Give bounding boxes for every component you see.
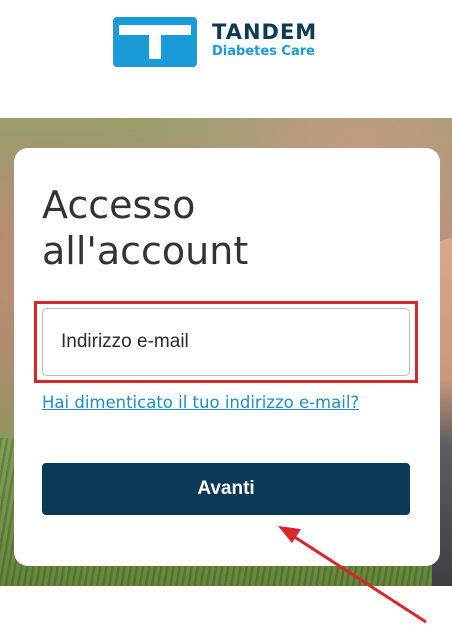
logo-wordmark: TANDEM Diabetes Care	[212, 20, 317, 60]
site-header: TANDEM Diabetes Care	[0, 0, 452, 118]
footer-strip	[0, 586, 452, 630]
next-button[interactable]: Avanti	[42, 463, 410, 515]
login-card: Accesso all'account Hai dimenticato il t…	[14, 148, 440, 566]
logo-brand-text: TANDEM	[212, 20, 318, 44]
forgot-email-link[interactable]: Hai dimenticato il tuo indirizzo e-mail?	[42, 393, 359, 412]
email-field[interactable]	[42, 308, 410, 376]
page-title: Accesso all'account	[42, 183, 249, 273]
tandem-logo-icon	[113, 17, 197, 67]
logo-sub-text: Diabetes Care	[212, 44, 315, 59]
